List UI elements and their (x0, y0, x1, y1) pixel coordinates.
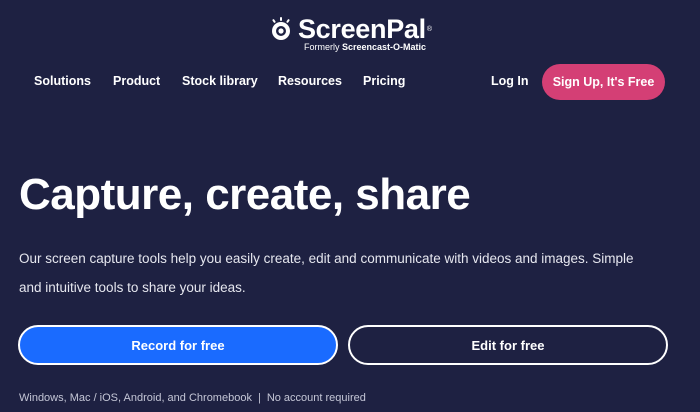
nav-item-product[interactable]: Product (113, 74, 160, 88)
formerly-name: Screencast-O-Matic (341, 42, 427, 52)
logo[interactable]: ScreenPal ® Formerly Screencast-O-Matic (0, 14, 700, 52)
login-link[interactable]: Log In (491, 74, 529, 88)
platforms-text: Windows, Mac / iOS, Android, and Chromeb… (19, 392, 252, 404)
nav-item-solutions[interactable]: Solutions (34, 74, 91, 88)
edit-for-free-button[interactable]: Edit for free (348, 325, 668, 365)
hero-title: Capture, create, share (19, 170, 471, 219)
footnote-separator: | (257, 392, 261, 404)
hero-description: Our screen capture tools help you easily… (19, 251, 634, 295)
platform-footnote: Windows, Mac / iOS, Android, and Chromeb… (19, 392, 366, 404)
nav-item-stock-library[interactable]: Stock library (182, 74, 258, 88)
main-nav: Solutions Product Stock library Resource… (0, 64, 700, 100)
record-for-free-button[interactable]: Record for free (18, 325, 338, 365)
nav-item-resources[interactable]: Resources (278, 74, 342, 88)
logo-text-pal: Pal (386, 14, 426, 44)
logo-text-screen: Screen (297, 14, 387, 44)
registered-mark: ® (426, 25, 433, 33)
signup-button[interactable]: Sign Up, It's Free (542, 64, 665, 100)
no-account-text: No account required (266, 392, 366, 404)
nav-item-pricing[interactable]: Pricing (363, 74, 405, 88)
logo-text: ScreenPal (298, 14, 426, 44)
logo-row: ScreenPal ® (268, 14, 432, 44)
screenpal-eye-icon (271, 17, 290, 40)
formerly-prefix: Formerly (303, 42, 342, 52)
logo-subtitle: Formerly Screencast-O-Matic (304, 42, 426, 52)
